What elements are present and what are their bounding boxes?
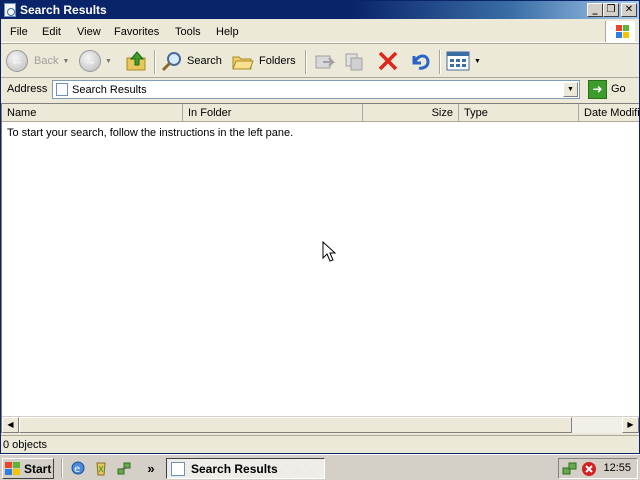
start-label: Start bbox=[24, 461, 52, 476]
up-folder-icon bbox=[126, 51, 146, 71]
toolbar-separator bbox=[305, 50, 307, 74]
undo-icon bbox=[412, 54, 430, 70]
close-button[interactable]: ✕ bbox=[621, 3, 637, 17]
views-icon bbox=[446, 51, 470, 71]
recycle-icon[interactable] bbox=[92, 459, 110, 477]
taskbar: Start e » Search Results 12:55 bbox=[0, 454, 640, 480]
address-input[interactable]: Search Results ▼ bbox=[52, 80, 580, 99]
column-headers: Name In Folder Size Type Date Modifi bbox=[2, 104, 639, 122]
copy-to-icon bbox=[345, 53, 363, 71]
restore-button[interactable]: ❐ bbox=[603, 3, 619, 17]
mouse-cursor-icon bbox=[322, 241, 336, 262]
svg-text:e: e bbox=[74, 464, 80, 475]
page-icon bbox=[56, 83, 68, 96]
empty-results-message: To start your search, follow the instruc… bbox=[7, 127, 294, 139]
search-window-icon bbox=[171, 461, 185, 476]
windows-logo-icon bbox=[605, 21, 635, 42]
column-header-date-modified[interactable]: Date Modifi bbox=[579, 104, 639, 121]
window-title: Search Results bbox=[20, 3, 107, 17]
go-arrow-icon[interactable]: ➜ bbox=[588, 80, 607, 99]
address-label: Address bbox=[7, 83, 48, 95]
title-bar[interactable]: Search Results _ ❐ ✕ bbox=[1, 1, 639, 19]
horizontal-scrollbar[interactable]: ◀ ▶ bbox=[2, 416, 639, 433]
forward-arrow-icon: → bbox=[79, 50, 101, 72]
views-button[interactable]: ▼ bbox=[446, 48, 481, 74]
delete-button[interactable] bbox=[377, 48, 399, 74]
chevron-down-icon[interactable]: ▼ bbox=[474, 58, 481, 65]
menu-tools[interactable]: Tools bbox=[175, 26, 201, 38]
app-icon bbox=[4, 3, 16, 17]
chevron-down-icon[interactable]: ▼ bbox=[105, 58, 112, 65]
network-tray-icon[interactable] bbox=[562, 461, 578, 477]
scroll-right-button[interactable]: ▶ bbox=[622, 417, 639, 433]
chevron-down-icon[interactable]: ▼ bbox=[62, 58, 69, 65]
column-header-name[interactable]: Name bbox=[2, 104, 183, 121]
back-button[interactable]: ← Back ▼ bbox=[6, 48, 69, 74]
menu-edit[interactable]: Edit bbox=[42, 26, 61, 38]
column-header-in-folder[interactable]: In Folder bbox=[183, 104, 363, 121]
search-button[interactable]: Search bbox=[160, 48, 222, 74]
clock[interactable]: 12:55 bbox=[603, 462, 631, 474]
address-bar: Address Search Results ▼ ➜ Go bbox=[1, 79, 639, 101]
go-button[interactable]: Go bbox=[611, 83, 626, 95]
network-icon[interactable] bbox=[115, 459, 133, 477]
toolbar-separator bbox=[439, 50, 441, 74]
standard-toolbar: ← Back ▼ → ▼ Search Folders ▼ bbox=[1, 44, 639, 78]
ie-icon[interactable]: e bbox=[69, 459, 87, 477]
status-bar: 0 objects bbox=[1, 435, 639, 453]
results-list[interactable]: Name In Folder Size Type Date Modifi To … bbox=[1, 103, 639, 433]
status-object-count: 0 objects bbox=[3, 439, 48, 451]
menu-help[interactable]: Help bbox=[216, 26, 239, 38]
menu-view[interactable]: View bbox=[77, 26, 101, 38]
taskbar-button-label: Search Results bbox=[191, 461, 278, 476]
delete-icon bbox=[378, 51, 398, 71]
explorer-window: Search Results _ ❐ ✕ File Edit View Favo… bbox=[0, 0, 640, 454]
toolbar-separator bbox=[154, 50, 156, 74]
quick-launch-chevron[interactable]: » bbox=[142, 459, 160, 477]
column-header-type[interactable]: Type bbox=[459, 104, 579, 121]
up-button[interactable] bbox=[125, 48, 147, 74]
forward-button[interactable]: → ▼ bbox=[79, 48, 112, 74]
undo-button[interactable] bbox=[408, 48, 432, 74]
scroll-left-button[interactable]: ◀ bbox=[2, 417, 19, 433]
minimize-button[interactable]: _ bbox=[587, 3, 603, 17]
system-tray: 12:55 bbox=[558, 458, 638, 479]
folders-button[interactable]: Folders bbox=[231, 48, 296, 74]
scrollbar-thumb[interactable] bbox=[19, 417, 572, 433]
windows-flag-icon bbox=[5, 461, 21, 476]
back-arrow-icon: ← bbox=[6, 50, 28, 72]
folders-icon bbox=[232, 56, 254, 70]
folders-label: Folders bbox=[259, 55, 296, 67]
search-magnifier-icon bbox=[161, 52, 181, 72]
address-dropdown-button[interactable]: ▼ bbox=[563, 82, 578, 97]
taskbar-separator bbox=[61, 458, 63, 478]
taskbar-button-search-results[interactable]: Search Results bbox=[166, 458, 325, 479]
move-to-button[interactable] bbox=[313, 48, 335, 74]
column-header-size[interactable]: Size bbox=[363, 104, 459, 121]
start-button[interactable]: Start bbox=[2, 458, 54, 479]
menu-bar: File Edit View Favorites Tools Help bbox=[1, 21, 639, 43]
back-label: Back bbox=[34, 55, 59, 67]
error-tray-icon[interactable] bbox=[581, 461, 597, 477]
menu-file[interactable]: File bbox=[10, 26, 28, 38]
address-value[interactable]: Search Results bbox=[72, 84, 147, 96]
move-to-icon bbox=[315, 55, 335, 69]
search-label: Search bbox=[187, 55, 222, 67]
copy-to-button[interactable] bbox=[343, 48, 365, 74]
menu-favorites[interactable]: Favorites bbox=[114, 26, 159, 38]
